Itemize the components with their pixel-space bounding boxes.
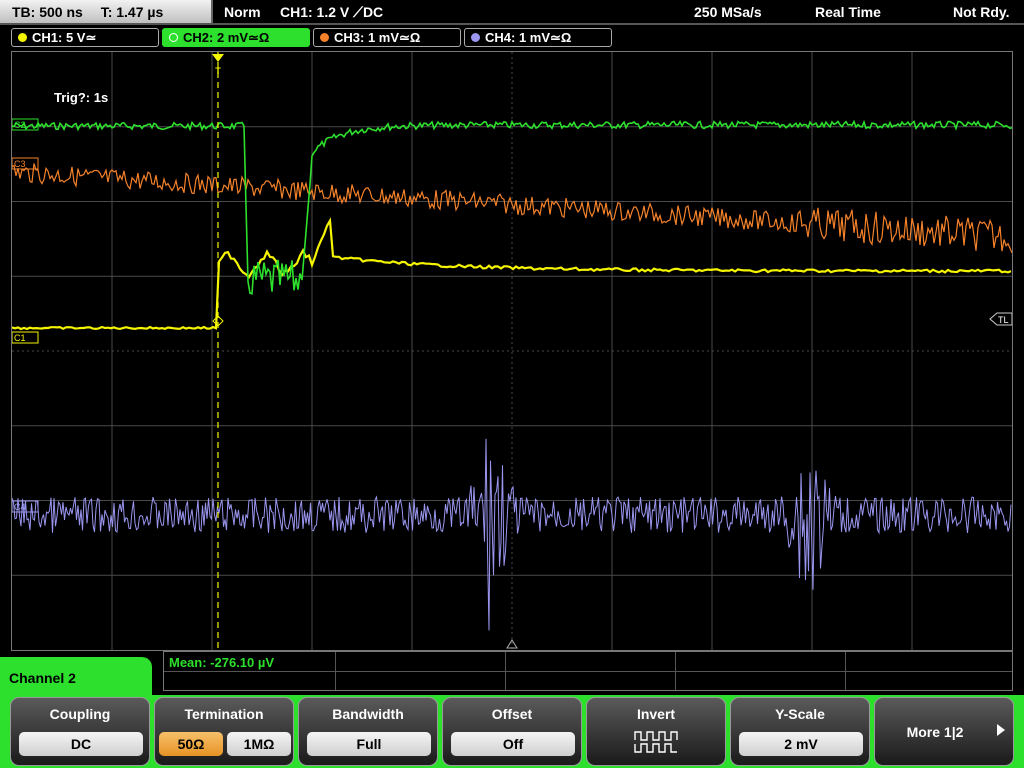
tab-ch3[interactable]: CH3: 1 mV≃Ω [313,28,461,47]
yscale-softkey[interactable]: Y-Scale 2 mV [730,697,870,766]
trigger-level-label: TL [998,315,1009,325]
sample-rate: 250 MSa/s [694,4,762,20]
measurement-grid-line [845,652,846,690]
measurement-grid-line [335,652,336,690]
tab-ch1[interactable]: CH1: 5 V≃ [11,28,159,47]
measurement-panel[interactable]: Mean: -276.10 µV [163,651,1013,691]
tab-ch2-label: CH2: 2 mV≃Ω [183,30,270,45]
invert-softkey[interactable]: Invert [586,697,726,766]
tab-ch1-label: CH1: 5 V≃ [32,30,97,45]
termination-1mohm-option[interactable]: 1MΩ [227,732,291,756]
bandwidth-value: Full [307,732,431,756]
ch1-color-dot [18,33,27,42]
ch3-marker-label: C3 [14,159,26,169]
ch3-color-dot [320,33,329,42]
acquisition-mode: Real Time [815,4,881,20]
arrow-right-icon [997,724,1005,736]
trigger-mode[interactable]: Norm [224,4,261,20]
ch2-color-dot [169,33,178,42]
more-softkey[interactable]: More 1|2 [874,697,1014,766]
trigger-status: Not Rdy. [953,4,1010,20]
graticule [12,52,1012,650]
offset-value: Off [451,732,575,756]
termination-label: Termination [184,706,264,722]
bandwidth-softkey[interactable]: Bandwidth Full [298,697,438,766]
ch1-offset-marker[interactable]: C1 [12,331,39,344]
tab-ch4-label: CH4: 1 mV≃Ω [485,30,572,45]
ch4-offset-marker[interactable]: C4 [12,500,39,513]
tab-ch4[interactable]: CH4: 1 mV≃Ω [464,28,612,47]
trigger-info: Trig?: 1s [54,90,109,105]
invert-label: Invert [636,706,676,722]
tab-ch2[interactable]: CH2: 2 mV≃Ω [162,28,310,47]
offset-label: Offset [491,706,533,722]
trigger-time-readout: T: 1.47 µs [100,4,164,20]
trigger-level-marker[interactable]: TL [989,312,1012,326]
more-label: More 1|2 [906,724,964,740]
timebase-readout: TB: 500 ns [12,4,83,20]
measurement-divider [164,671,1012,672]
ch4-marker-label: C4 [14,502,26,512]
coupling-value: DC [19,732,143,756]
trigger-pos-label: T [215,66,221,76]
invert-waveform-icon [634,731,678,753]
coupling-softkey[interactable]: Coupling DC [10,697,150,766]
bandwidth-label: Bandwidth [332,706,404,722]
timebase-box[interactable]: TB: 500 ns T: 1.47 µs [0,0,213,24]
coupling-label: Coupling [49,706,111,722]
offset-softkey[interactable]: Offset Off [442,697,582,766]
termination-softkey[interactable]: Termination 50Ω 1MΩ [154,697,294,766]
status-bar: TB: 500 ns T: 1.47 µs Norm CH1: 1.2 V ⟋D… [0,0,1024,25]
measurement-grid-line [505,652,506,690]
mean-measurement: Mean: -276.10 µV [169,655,275,670]
measurement-grid-line [675,652,676,690]
menu-title: Channel 2 [0,657,152,697]
tab-ch3-label: CH3: 1 mV≃Ω [334,30,421,45]
waveform-display[interactable]: T C2 C3 C1 C4 TL [11,51,1013,651]
ch1-marker-label: C1 [14,333,26,343]
status-bar-divider [0,23,1024,25]
yscale-value: 2 mV [739,732,863,756]
trigger-source[interactable]: CH1: 1.2 V ⟋DC [280,4,383,21]
yscale-label: Y-Scale [775,706,825,722]
termination-50ohm-option[interactable]: 50Ω [159,732,223,756]
ch4-color-dot [471,33,480,42]
channel-tabs: CH1: 5 V≃ CH2: 2 mV≃Ω CH3: 1 mV≃Ω CH4: 1… [0,26,1024,48]
ch2-marker-label: C2 [14,120,26,130]
